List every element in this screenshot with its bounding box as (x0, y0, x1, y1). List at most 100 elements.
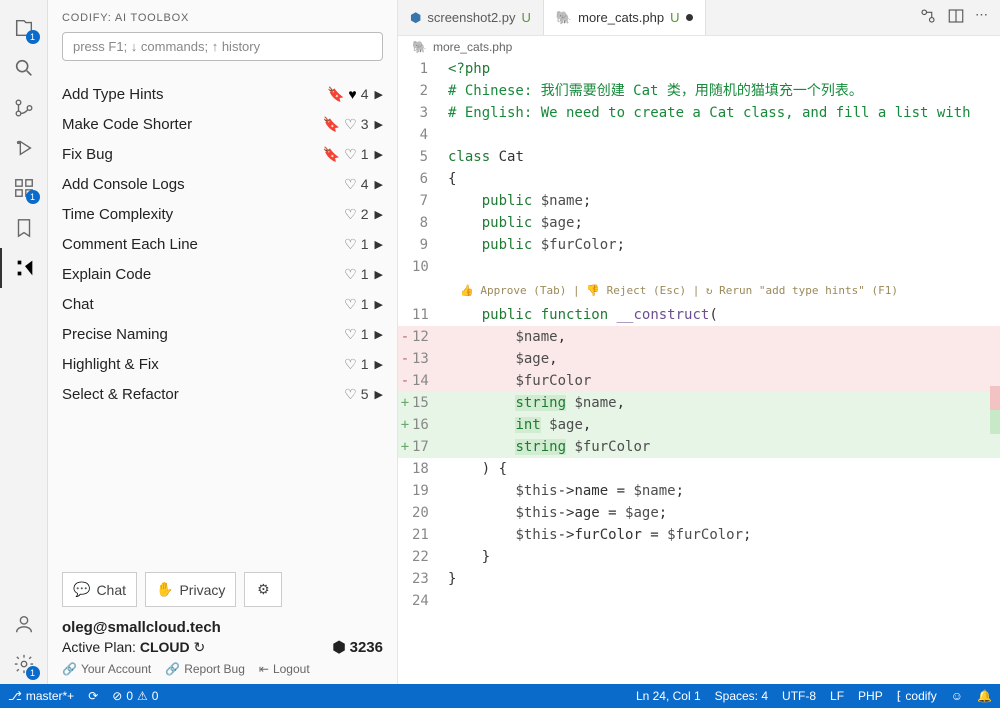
play-icon[interactable]: ▶ (375, 88, 383, 101)
eol-status[interactable]: LF (830, 689, 844, 703)
heart-icon[interactable]: ♡ (344, 266, 357, 283)
line-number: 16 (412, 414, 440, 436)
tool-row[interactable]: Add Type Hints 🔖 ♥ 4 ▶ (62, 79, 383, 109)
heart-icon[interactable]: ♥ (348, 86, 356, 102)
minimap[interactable] (988, 58, 1000, 684)
cursor-position[interactable]: Ln 24, Col 1 (636, 689, 701, 703)
code-line[interactable]: +16 int $age, (398, 414, 1000, 436)
code-content: class Cat (440, 146, 524, 168)
codify-icon[interactable] (0, 248, 48, 288)
code-line[interactable]: 2# Chinese: 我们需要创建 Cat 类，用随机的猫填充一个列表。 (398, 80, 1000, 102)
tool-row[interactable]: Comment Each Line ♡ 1 ▶ (62, 229, 383, 259)
code-line[interactable]: -12 $name, (398, 326, 1000, 348)
report-bug-link[interactable]: 🔗 Report Bug (165, 662, 245, 676)
bookmark-icon[interactable] (0, 208, 48, 248)
code-line[interactable]: 4 (398, 124, 1000, 146)
play-icon[interactable]: ▶ (375, 148, 383, 161)
code-line[interactable]: 20 $this->age = $age; (398, 502, 1000, 524)
account-icon[interactable] (0, 604, 48, 644)
code-line[interactable]: 21 $this->furColor = $furColor; (398, 524, 1000, 546)
more-icon[interactable]: ⋯ (975, 7, 988, 28)
code-line[interactable]: 23} (398, 568, 1000, 590)
command-input[interactable]: press F1; ↓ commands; ↑ history (62, 32, 383, 61)
line-number: 18 (412, 458, 440, 480)
extensions-icon[interactable]: 1 (0, 168, 48, 208)
play-icon[interactable]: ▶ (375, 238, 383, 251)
code-content (440, 590, 448, 612)
encoding-status[interactable]: UTF-8 (782, 689, 816, 703)
code-line[interactable]: +15 string $name, (398, 392, 1000, 414)
tool-row[interactable]: Make Code Shorter 🔖 ♡ 3 ▶ (62, 109, 383, 139)
tool-row[interactable]: Chat ♡ 1 ▶ (62, 289, 383, 319)
privacy-button[interactable]: ✋Privacy (145, 572, 236, 607)
code-line[interactable]: -13 $age, (398, 348, 1000, 370)
play-icon[interactable]: ▶ (375, 328, 383, 341)
tool-row[interactable]: Time Complexity ♡ 2 ▶ (62, 199, 383, 229)
codify-status[interactable]: ⁅ codify (897, 689, 937, 703)
code-line[interactable]: 24 (398, 590, 1000, 612)
heart-icon[interactable]: ♡ (344, 386, 357, 403)
source-control-icon[interactable] (0, 88, 48, 128)
compare-icon[interactable] (919, 7, 937, 28)
problems-status[interactable]: ⊘ 0 ⚠ 0 (112, 689, 158, 703)
code-line[interactable]: 7 public $name; (398, 190, 1000, 212)
code-line[interactable]: 9 public $furColor; (398, 234, 1000, 256)
heart-icon[interactable]: ♡ (344, 146, 357, 163)
play-icon[interactable]: ▶ (375, 118, 383, 131)
your-account-link[interactable]: 🔗 Your Account (62, 662, 151, 676)
debug-icon[interactable] (0, 128, 48, 168)
tool-row[interactable]: Add Console Logs ♡ 4 ▶ (62, 169, 383, 199)
play-icon[interactable]: ▶ (375, 178, 383, 191)
code-line[interactable]: 22 } (398, 546, 1000, 568)
tool-row[interactable]: Explain Code ♡ 1 ▶ (62, 259, 383, 289)
code-line[interactable]: 11 public function __construct( (398, 304, 1000, 326)
settings-button[interactable]: ⚙ (244, 572, 282, 607)
explorer-icon[interactable]: 1 (0, 8, 48, 48)
feedback-icon[interactable]: ☺ (951, 689, 963, 703)
code-line[interactable]: 19 $this->name = $name; (398, 480, 1000, 502)
code-line[interactable]: 10 (398, 256, 1000, 278)
play-icon[interactable]: ▶ (375, 358, 383, 371)
code-content: <?php (440, 58, 490, 80)
tool-row[interactable]: Select & Refactor ♡ 5 ▶ (62, 379, 383, 409)
tool-badges: ♡ 1 ▶ (344, 266, 383, 283)
editor-tab[interactable]: 🐘more_cats.phpU (544, 0, 706, 35)
tool-row[interactable]: Highlight & Fix ♡ 1 ▶ (62, 349, 383, 379)
code-line[interactable]: 6{ (398, 168, 1000, 190)
heart-icon[interactable]: ♡ (344, 236, 357, 253)
code-line[interactable]: +17 string $furColor (398, 436, 1000, 458)
heart-icon[interactable]: ♡ (344, 206, 357, 223)
breadcrumb[interactable]: 🐘more_cats.php (398, 36, 1000, 58)
code-area[interactable]: 1<?php2# Chinese: 我们需要创建 Cat 类，用随机的猫填充一个… (398, 58, 1000, 684)
tool-row[interactable]: Precise Naming ♡ 1 ▶ (62, 319, 383, 349)
code-line[interactable]: 5class Cat (398, 146, 1000, 168)
play-icon[interactable]: ▶ (375, 208, 383, 221)
play-icon[interactable]: ▶ (375, 298, 383, 311)
logout-link[interactable]: ⇤ Logout (259, 662, 310, 676)
tool-row[interactable]: Fix Bug 🔖 ♡ 1 ▶ (62, 139, 383, 169)
chat-button[interactable]: 💬Chat (62, 572, 137, 607)
search-icon[interactable] (0, 48, 48, 88)
inline-hint[interactable]: 👍 Approve (Tab) | 👎 Reject (Esc) | ↻ Rer… (398, 278, 1000, 304)
code-line[interactable]: -14 $furColor (398, 370, 1000, 392)
indent-status[interactable]: Spaces: 4 (715, 689, 768, 703)
code-line[interactable]: 8 public $age; (398, 212, 1000, 234)
heart-icon[interactable]: ♡ (344, 356, 357, 373)
play-icon[interactable]: ▶ (375, 388, 383, 401)
code-line[interactable]: 3# English: We need to create a Cat clas… (398, 102, 1000, 124)
refresh-icon[interactable]: ↻ (194, 639, 206, 655)
code-line[interactable]: 18 ) { (398, 458, 1000, 480)
heart-icon[interactable]: ♡ (344, 326, 357, 343)
heart-icon[interactable]: ♡ (344, 176, 357, 193)
heart-icon[interactable]: ♡ (344, 116, 357, 133)
split-icon[interactable] (947, 7, 965, 28)
play-icon[interactable]: ▶ (375, 268, 383, 281)
bell-icon[interactable]: 🔔 (977, 689, 992, 703)
settings-icon[interactable]: 1 (0, 644, 48, 684)
heart-icon[interactable]: ♡ (344, 296, 357, 313)
sync-icon[interactable]: ⟳ (88, 689, 98, 703)
language-status[interactable]: PHP (858, 689, 883, 703)
branch-status[interactable]: ⎇ master*+ (8, 689, 74, 703)
editor-tab[interactable]: ⬢screenshot2.pyU (398, 0, 544, 35)
code-line[interactable]: 1<?php (398, 58, 1000, 80)
